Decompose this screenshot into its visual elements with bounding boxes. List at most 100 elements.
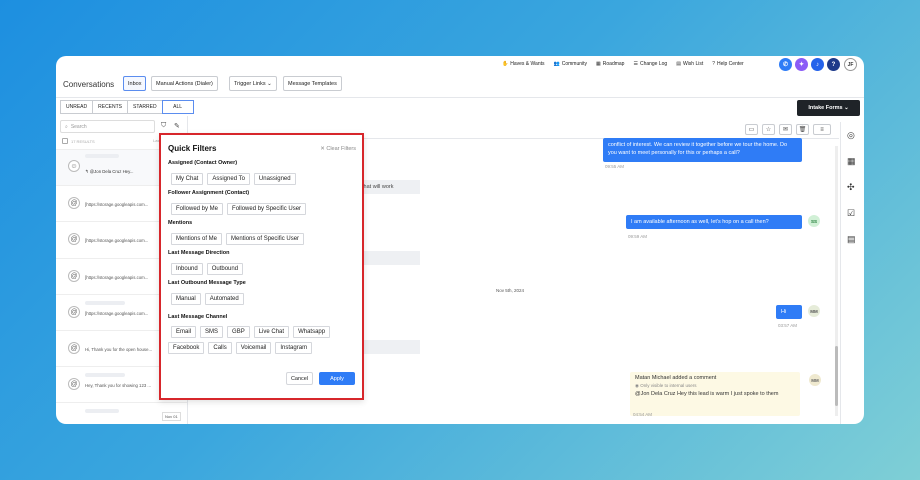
right-rail: ◎ ▦ ✣ ☑ ▤ bbox=[840, 122, 864, 424]
tasks-icon[interactable]: ☑ bbox=[847, 208, 855, 219]
chip-row: Inbound Outbound bbox=[171, 263, 244, 275]
mail-open-icon[interactable]: ✉ bbox=[779, 124, 792, 135]
wishlist-link[interactable]: ▤ Wish List bbox=[676, 61, 703, 67]
filter-chip[interactable]: My Chat bbox=[171, 173, 204, 185]
chip-row: Facebook Calls Voicemail Instagram bbox=[168, 342, 313, 354]
tab-starred[interactable]: STARRED bbox=[127, 100, 163, 114]
clear-filters-button[interactable]: ✕ Clear Filters bbox=[320, 146, 356, 152]
close-icon: ✕ bbox=[320, 146, 325, 152]
tab-manual-actions[interactable]: Manual Actions (Dialer) bbox=[151, 76, 218, 91]
section-label: Last Message Direction bbox=[168, 250, 230, 256]
roadmap-icon: ▦ bbox=[596, 61, 601, 67]
tab-all[interactable]: ALL bbox=[161, 100, 194, 114]
search-icon: ⌕ bbox=[65, 123, 68, 130]
results-count: 17 RESULTS bbox=[62, 138, 95, 144]
filter-chip[interactable]: Mentions of Specific User bbox=[226, 233, 305, 245]
chip-row: Followed by Me Followed by Specific User bbox=[171, 203, 307, 215]
filter-chip[interactable]: Instagram bbox=[275, 342, 313, 354]
top-links: ✋ Haves & Wants 👥 Community ▦ Roadmap ☰ Chan… bbox=[502, 61, 744, 67]
filter-chip[interactable]: SMS bbox=[200, 326, 224, 338]
page-title: Conversations bbox=[63, 80, 115, 89]
phone-icon: ✆ bbox=[782, 62, 789, 68]
notes-icon[interactable]: ▤ bbox=[847, 234, 856, 245]
comment-header: Matan Michael added a comment bbox=[635, 375, 717, 381]
section-label: Mentions bbox=[168, 220, 193, 226]
filter-chip[interactable]: Calls bbox=[208, 342, 232, 354]
compose-icon[interactable]: ✎ bbox=[174, 122, 180, 130]
haves-wants-link[interactable]: ✋ Haves & Wants bbox=[502, 61, 545, 67]
filter-icon[interactable]: ⛉ bbox=[161, 122, 166, 130]
section-label: Last Message Channel bbox=[168, 314, 228, 320]
megaphone-icon: ✦ bbox=[798, 62, 805, 68]
comment-text: @Jon Dela Cruz Hey this lead is warm I j… bbox=[635, 391, 779, 397]
chip-row: Manual Automated bbox=[171, 293, 244, 305]
email-icon: @ bbox=[68, 306, 80, 318]
phone-button[interactable]: ✆ bbox=[779, 58, 792, 71]
tab-inbox[interactable]: Inbox bbox=[123, 76, 147, 91]
avatar: MM bbox=[809, 374, 821, 386]
scrollbar-thumb[interactable] bbox=[835, 346, 838, 406]
filter-chip[interactable]: Live Chat bbox=[253, 326, 290, 338]
filter-chip[interactable]: GBP bbox=[227, 326, 250, 338]
email-icon: @ bbox=[68, 233, 80, 245]
filter-chip[interactable]: Email bbox=[171, 326, 197, 338]
filter-chip[interactable]: Facebook bbox=[168, 342, 205, 354]
filter-chip[interactable]: Unassigned bbox=[253, 173, 296, 185]
help-center-link[interactable]: ? Help Center bbox=[712, 61, 743, 67]
top-header: ✋ Haves & Wants 👥 Community ▦ Roadmap ☰ Chan… bbox=[56, 56, 864, 76]
list-item-name-placeholder bbox=[85, 301, 125, 305]
wishlist-icon: ▤ bbox=[676, 61, 681, 67]
filter-chip[interactable]: Assigned To bbox=[207, 173, 250, 185]
community-link[interactable]: 👥 Community bbox=[554, 61, 588, 67]
message-bubble-incoming bbox=[358, 340, 420, 354]
app-window: ✋ Haves & Wants 👥 Community ▦ Roadmap ☰ Chan… bbox=[56, 56, 864, 424]
apply-button[interactable]: Apply bbox=[319, 372, 355, 385]
filter-chip[interactable]: Whatsapp bbox=[293, 326, 331, 338]
message-timestamp: 04:54 AM bbox=[633, 412, 653, 417]
filter-chip[interactable]: Followed by Me bbox=[171, 203, 224, 215]
message-timestamp: 09:59 AM bbox=[628, 234, 648, 239]
trash-icon[interactable]: 🗑 bbox=[796, 124, 809, 135]
tab-unread[interactable]: UNREAD bbox=[60, 100, 94, 114]
apps-icon[interactable]: ✣ bbox=[847, 182, 855, 193]
intake-forms-button[interactable]: Intake Forms ⌄ bbox=[797, 100, 860, 116]
section-label: Last Outbound Message Type bbox=[168, 280, 246, 286]
contact-icon[interactable]: ◎ bbox=[847, 130, 855, 141]
tab-trigger-links[interactable]: Trigger Links ⌄ bbox=[229, 76, 277, 91]
handshake-icon: ✋ bbox=[502, 61, 509, 67]
question-icon: ? bbox=[831, 61, 836, 68]
filter-chip[interactable]: Inbound bbox=[171, 263, 203, 275]
filter-chip[interactable]: Manual bbox=[171, 293, 201, 305]
help-button[interactable]: ? bbox=[827, 58, 840, 71]
message-timestamp: 03:57 AM bbox=[778, 323, 798, 328]
menu-icon[interactable]: ≡ bbox=[813, 124, 831, 135]
filter-chip[interactable]: Followed by Specific User bbox=[227, 203, 307, 215]
cancel-button[interactable]: Cancel bbox=[286, 372, 313, 385]
select-all-checkbox[interactable] bbox=[62, 138, 68, 144]
tab-message-templates[interactable]: Message Templates bbox=[283, 76, 342, 91]
roadmap-link[interactable]: ▦ Roadmap bbox=[596, 61, 624, 67]
user-avatar[interactable]: JF bbox=[844, 58, 857, 71]
message-bubble: conflict of interest. We can review it t… bbox=[603, 138, 802, 162]
calendar-icon[interactable]: ▦ bbox=[847, 156, 856, 167]
changelog-link[interactable]: ☰ Change Log bbox=[633, 61, 667, 67]
filter-tabs: UNREAD RECENTS STARRED ALL bbox=[60, 100, 194, 114]
chip-row: Email SMS GBP Live Chat Whatsapp bbox=[171, 326, 331, 338]
intake-forms-label: Intake Forms ⌄ bbox=[808, 105, 849, 111]
filter-chip[interactable]: Automated bbox=[204, 293, 244, 305]
filter-chip[interactable]: Outbound bbox=[206, 263, 244, 275]
filter-chip[interactable]: Voicemail bbox=[235, 342, 272, 354]
list-item-name-placeholder bbox=[85, 373, 125, 377]
search-input[interactable]: ⌕ Search bbox=[60, 120, 155, 133]
tab-recents[interactable]: RECENTS bbox=[92, 100, 129, 114]
eye-icon: ◉ bbox=[635, 383, 639, 388]
folder-icon[interactable]: ▭ bbox=[745, 124, 758, 135]
megaphone-button[interactable]: ✦ bbox=[795, 58, 808, 71]
filter-chip[interactable]: Mentions of Me bbox=[171, 233, 223, 245]
notifications-button[interactable]: ♪ bbox=[811, 58, 824, 71]
message-bubble: I am available afternoon as well, let's … bbox=[626, 215, 802, 229]
person-icon: ☺ bbox=[68, 160, 80, 172]
date-badge: Nov 01 bbox=[162, 412, 181, 421]
avatar: SS bbox=[808, 215, 820, 227]
star-icon[interactable]: ☆ bbox=[762, 124, 775, 135]
